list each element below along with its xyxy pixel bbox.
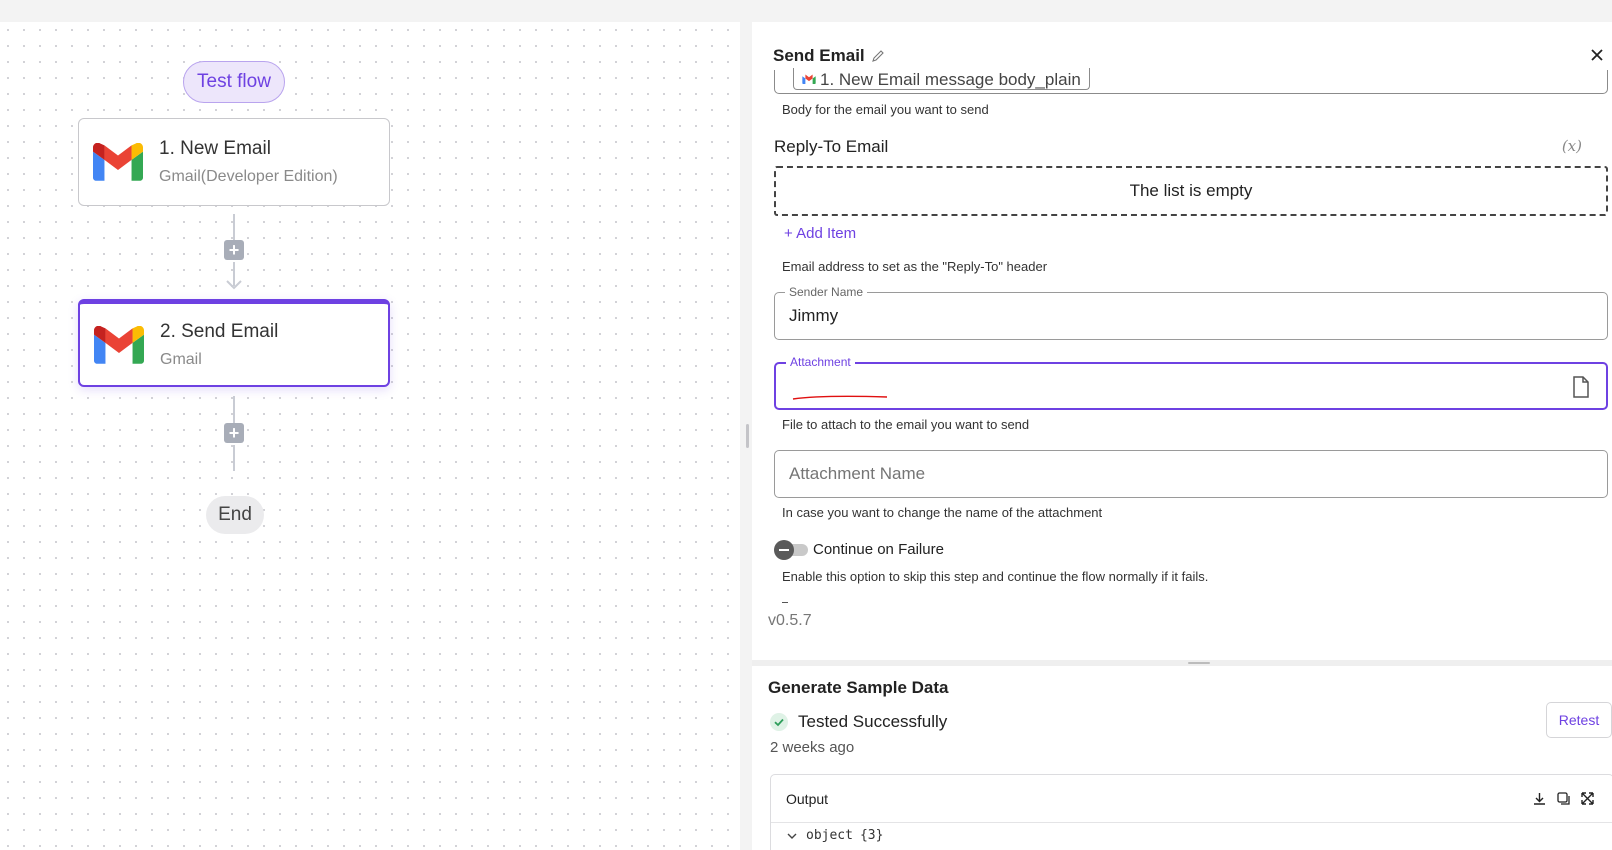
flow-canvas[interactable]: Test flow 1. New Email Gmail(Developer E… (0, 22, 740, 850)
step-subtitle: Gmail(Developer Edition) (159, 168, 338, 185)
pencil-icon[interactable] (871, 49, 885, 63)
gmail-icon (93, 143, 143, 181)
object-count: {3} (859, 828, 884, 843)
continue-on-failure-label: Continue on Failure (813, 540, 944, 558)
output-header: Output (771, 775, 1612, 823)
divider (782, 602, 788, 603)
panel-resize-handle[interactable] (746, 424, 749, 448)
sender-name-value[interactable]: Jimmy (789, 306, 838, 326)
red-underline-annotation (792, 395, 888, 400)
retest-button[interactable]: Retest (1546, 702, 1612, 738)
download-icon[interactable] (1532, 791, 1547, 806)
expand-icon[interactable] (1580, 791, 1595, 806)
fx-toggle-icon[interactable]: (x) (1562, 137, 1582, 155)
end-node: End (206, 496, 264, 534)
step-settings-panel: Send Email 1. New Email message body_pla… (752, 22, 1612, 660)
reply-to-help-text: Email address to set as the "Reply-To" h… (782, 259, 1048, 274)
step-card-send-email[interactable]: 2. Send Email Gmail (78, 299, 390, 387)
sender-name-field[interactable]: Sender Name Jimmy (774, 285, 1608, 340)
chevron-down-icon[interactable] (786, 830, 798, 842)
sample-data-panel: Generate Sample Data Tested Successfully… (752, 666, 1612, 850)
body-variable-chip[interactable]: 1. New Email message body_plain (793, 68, 1090, 90)
arrow-down-icon (226, 280, 242, 290)
attachment-field[interactable]: Attachment (774, 355, 1608, 410)
file-icon[interactable] (1572, 376, 1590, 398)
sender-name-label: Sender Name (785, 285, 868, 299)
close-icon[interactable] (1588, 46, 1606, 64)
gmail-icon (94, 325, 144, 364)
attachment-name-help-text: In case you want to change the name of t… (782, 505, 1103, 520)
panel-header: Send Email (773, 46, 885, 66)
object-tree-row[interactable]: object {3} (771, 823, 1612, 843)
copy-icon[interactable] (1556, 791, 1571, 806)
reply-to-list: The list is empty (774, 166, 1608, 216)
step-subtitle: Gmail (160, 350, 202, 368)
body-help-text: Body for the email you want to send (782, 102, 989, 117)
object-label: object (806, 828, 853, 843)
split-grip[interactable] (1188, 662, 1210, 664)
test-time: 2 weeks ago (770, 739, 855, 756)
attachment-label: Attachment (786, 355, 855, 369)
add-step-button[interactable]: + (224, 423, 244, 443)
output-label: Output (786, 790, 829, 807)
output-viewer: Output object {3} (770, 774, 1612, 850)
gmail-icon (802, 74, 816, 84)
attachment-help-text: File to attach to the email you want to … (782, 417, 1030, 432)
step-title: 1. New Email (159, 138, 271, 159)
add-step-button[interactable]: + (224, 240, 244, 260)
step-title: 2. Send Email (160, 320, 279, 342)
body-chip-label: 1. New Email message body_plain (820, 70, 1081, 89)
continue-on-failure-toggle[interactable] (774, 540, 808, 560)
version-label: v0.5.7 (768, 612, 812, 629)
step-card-new-email[interactable]: 1. New Email Gmail(Developer Edition) (78, 118, 390, 206)
continue-on-failure-row: Continue on Failure (774, 540, 944, 560)
body-field[interactable]: 1. New Email message body_plain (774, 68, 1608, 94)
continue-on-failure-help-text: Enable this option to skip this step and… (782, 569, 1209, 584)
list-empty-text: The list is empty (1129, 181, 1253, 200)
add-item-button[interactable]: + Add Item (784, 225, 856, 242)
test-status-row: Tested Successfully (770, 712, 947, 732)
test-flow-button[interactable]: Test flow (183, 61, 285, 103)
sample-data-title: Generate Sample Data (768, 678, 949, 697)
test-status-text: Tested Successfully (798, 712, 948, 731)
check-circle-icon (770, 713, 788, 731)
panel-title: Send Email (773, 46, 865, 65)
attachment-name-field[interactable] (774, 450, 1608, 498)
attachment-name-input[interactable] (789, 464, 1549, 484)
connector-line (233, 396, 235, 426)
reply-to-label: Reply-To Email (774, 137, 889, 156)
connector-line (233, 445, 235, 471)
